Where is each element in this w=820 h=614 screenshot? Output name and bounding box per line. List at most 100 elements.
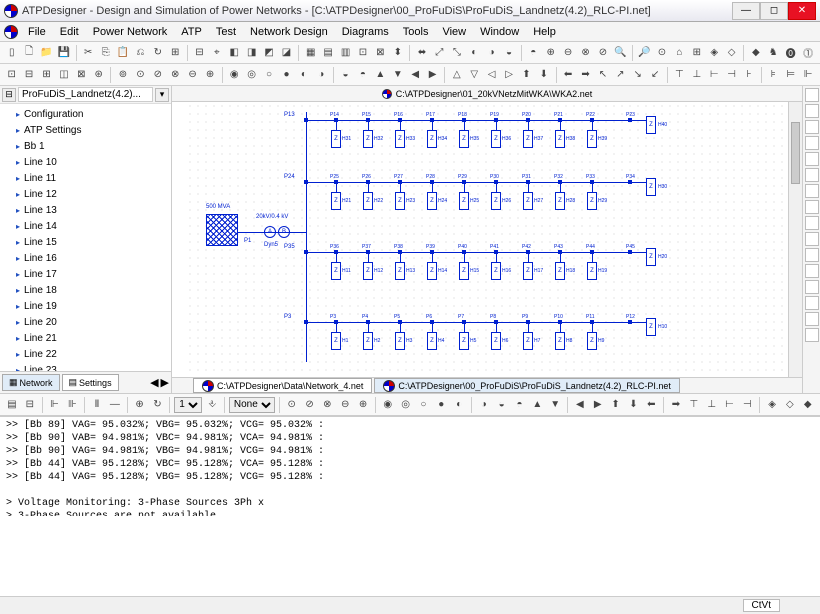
tb1-btn-10[interactable]: ⊟: [192, 44, 207, 62]
tb2-btn-14[interactable]: ○: [261, 66, 276, 84]
bt-btn-2[interactable]: ⊩: [47, 396, 63, 414]
tb1-btn-5[interactable]: ⎘: [98, 44, 113, 62]
tb2-btn-5[interactable]: ⊛: [91, 66, 106, 84]
rstrip-btn-0[interactable]: [805, 88, 819, 102]
tree-item-2[interactable]: ▸Bb 1: [0, 138, 171, 154]
bt-btn-x25[interactable]: ◈: [764, 396, 780, 414]
tb2-btn-8[interactable]: ⊘: [150, 66, 165, 84]
tb1-btn-9[interactable]: ⊞: [168, 44, 183, 62]
tb2-btn-26[interactable]: ◁: [484, 66, 499, 84]
tb1-btn-34[interactable]: 🔎: [637, 44, 652, 62]
rstrip-btn-9[interactable]: [805, 232, 819, 246]
menu-diagrams[interactable]: Diagrams: [336, 24, 395, 40]
bt-btn-1[interactable]: ⊟: [22, 396, 38, 414]
bt-btn-0[interactable]: ▤: [4, 396, 20, 414]
tb2-btn-23[interactable]: ▶: [425, 66, 440, 84]
tb2-btn-27[interactable]: ▷: [501, 66, 516, 84]
rstrip-btn-6[interactable]: [805, 184, 819, 198]
tb1-btn-3[interactable]: 💾: [56, 44, 71, 62]
tb1-btn-24[interactable]: ⤡: [449, 44, 464, 62]
tree-item-0[interactable]: ▸Configuration: [0, 106, 171, 122]
bt-btn-x22[interactable]: ⊥: [704, 396, 720, 414]
bt-btn-x2[interactable]: ⊗: [319, 396, 335, 414]
tb1-btn-0[interactable]: ▯: [4, 44, 19, 62]
tb2-btn-39[interactable]: ⊣: [724, 66, 739, 84]
bt-btn-x12[interactable]: ◓: [512, 396, 528, 414]
tb1-btn-4[interactable]: ✂: [80, 44, 95, 62]
output-console[interactable]: >> [Bb 89] VAG= 95.032%; VBG= 95.032%; V…: [0, 416, 820, 516]
bt-btn-x13[interactable]: ▲: [529, 396, 545, 414]
tb2-btn-21[interactable]: ▼: [390, 66, 405, 84]
bt-btn-x20[interactable]: ➡: [668, 396, 684, 414]
rstrip-btn-4[interactable]: [805, 152, 819, 166]
menu-edit[interactable]: Edit: [54, 24, 85, 40]
tb2-btn-15[interactable]: ●: [279, 66, 294, 84]
tree-item-6[interactable]: ▸Line 13: [0, 202, 171, 218]
tb1-btn-17[interactable]: ▤: [320, 44, 335, 62]
bt-btn-x11[interactable]: ◒: [494, 396, 510, 414]
bt-btn-x16[interactable]: ▶: [590, 396, 606, 414]
tb1-btn-29[interactable]: ⊕: [543, 44, 558, 62]
menu-tools[interactable]: Tools: [397, 24, 435, 40]
tb2-btn-37[interactable]: ⊥: [689, 66, 704, 84]
bt-btn-x9[interactable]: ◐: [451, 396, 467, 414]
tb2-btn-12[interactable]: ◉: [227, 66, 242, 84]
bt-btn-6[interactable]: ⊕: [132, 396, 148, 414]
tb2-btn-30[interactable]: ⬅: [560, 66, 575, 84]
tb1-btn-11[interactable]: ⌖: [209, 44, 224, 62]
rstrip-btn-14[interactable]: [805, 312, 819, 326]
bt-select-none[interactable]: None: [229, 397, 275, 413]
tree-item-16[interactable]: ▸Line 23: [0, 362, 171, 371]
tb2-btn-13[interactable]: ◎: [244, 66, 259, 84]
tree-item-5[interactable]: ▸Line 12: [0, 186, 171, 202]
menu-power-network[interactable]: Power Network: [87, 24, 174, 40]
bt-btn-4[interactable]: Ⅱ: [89, 396, 105, 414]
tb1-btn-18[interactable]: ▥: [338, 44, 353, 62]
tb2-btn-16[interactable]: ◐: [296, 66, 311, 84]
canvas-top-tab[interactable]: C:\ATPDesigner\01_20kVNetzMitWKA\WKA2.ne…: [172, 86, 802, 102]
tb2-btn-7[interactable]: ⊙: [133, 66, 148, 84]
tb2-btn-40[interactable]: ⊦: [741, 66, 756, 84]
bt-btn-x18[interactable]: ⬇: [626, 396, 642, 414]
tb2-btn-42[interactable]: ⊨: [783, 66, 798, 84]
bt-btn-8[interactable]: ⎀: [204, 396, 220, 414]
rstrip-btn-11[interactable]: [805, 264, 819, 278]
tab-settings[interactable]: ▤ Settings: [62, 374, 119, 391]
tb1-btn-20[interactable]: ⊠: [373, 44, 388, 62]
tb2-btn-35[interactable]: ↙: [647, 66, 662, 84]
tb1-btn-37[interactable]: ⊞: [689, 44, 704, 62]
bt-btn-x23[interactable]: ⊢: [722, 396, 738, 414]
bt-btn-x0[interactable]: ⊙: [284, 396, 300, 414]
tb2-btn-29[interactable]: ⬇: [536, 66, 551, 84]
bt-btn-x24[interactable]: ⊣: [739, 396, 755, 414]
tree-item-12[interactable]: ▸Line 19: [0, 298, 171, 314]
tree-root[interactable]: ProFuDiS_Landnetz(4.2)...: [18, 87, 153, 102]
tb1-btn-39[interactable]: ◇: [724, 44, 739, 62]
tb1-btn-19[interactable]: ⊡: [355, 44, 370, 62]
bt-btn-x5[interactable]: ◉: [380, 396, 396, 414]
menu-window[interactable]: Window: [474, 24, 525, 40]
tb1-btn-38[interactable]: ◈: [707, 44, 722, 62]
rstrip-btn-13[interactable]: [805, 296, 819, 310]
menu-help[interactable]: Help: [527, 24, 562, 40]
tree-item-3[interactable]: ▸Line 10: [0, 154, 171, 170]
tree-item-13[interactable]: ▸Line 20: [0, 314, 171, 330]
tree-item-10[interactable]: ▸Line 17: [0, 266, 171, 282]
tb1-btn-27[interactable]: ◒: [501, 44, 516, 62]
bt-btn-x8[interactable]: ●: [433, 396, 449, 414]
tb2-btn-33[interactable]: ↗: [613, 66, 628, 84]
tree-item-9[interactable]: ▸Line 16: [0, 250, 171, 266]
tb1-btn-1[interactable]: 🗋: [21, 44, 36, 62]
tb1-btn-8[interactable]: ↻: [150, 44, 165, 62]
tb2-btn-28[interactable]: ⬆: [519, 66, 534, 84]
tb1-btn-21[interactable]: ⬍: [390, 44, 405, 62]
rstrip-btn-5[interactable]: [805, 168, 819, 182]
tb1-btn-31[interactable]: ⊗: [578, 44, 593, 62]
menu-atp[interactable]: ATP: [175, 24, 208, 40]
canvas-vscroll[interactable]: [788, 102, 802, 377]
tb1-btn-28[interactable]: ◓: [526, 44, 541, 62]
tree-item-7[interactable]: ▸Line 14: [0, 218, 171, 234]
rstrip-btn-8[interactable]: [805, 216, 819, 230]
bt-btn-x19[interactable]: ⬅: [643, 396, 659, 414]
bt-select-1[interactable]: 1: [174, 397, 202, 413]
